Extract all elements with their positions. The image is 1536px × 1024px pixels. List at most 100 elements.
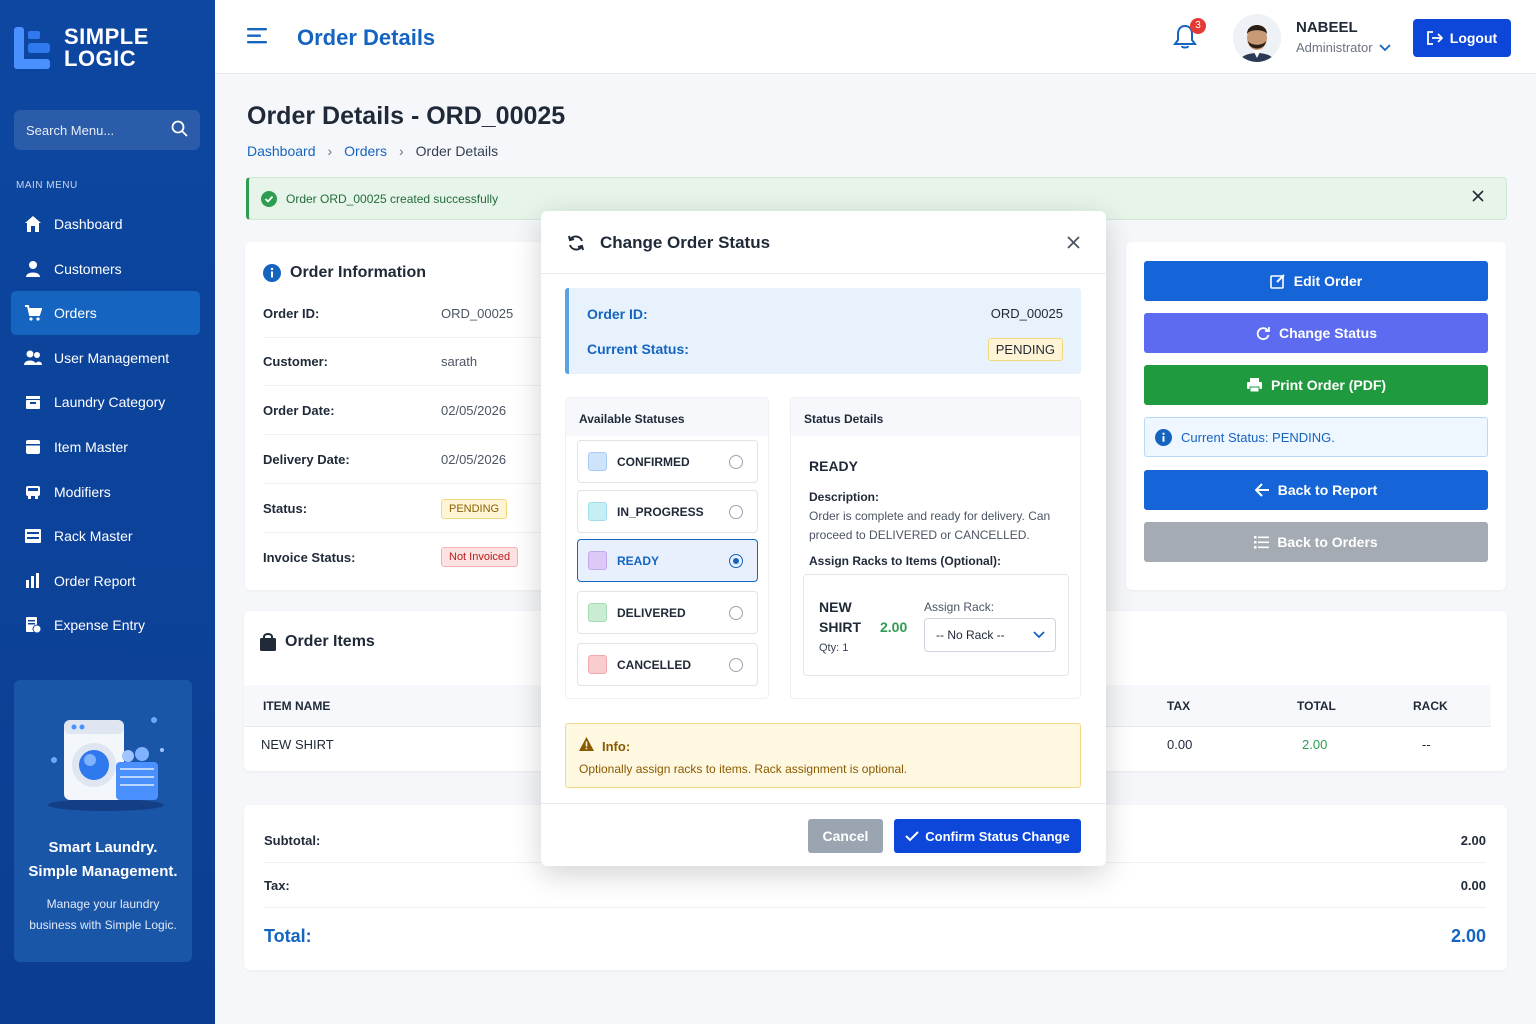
sidebar-item-modifiers[interactable]: Modifiers (11, 470, 200, 514)
radio-button[interactable] (729, 658, 743, 672)
topbar: Order Details 3 NABEEL Administrator Log… (215, 0, 1536, 74)
sidebar-item-label: Laundry Category (54, 394, 166, 411)
edit-icon (1269, 273, 1286, 289)
modal-title: Change Order Status (600, 233, 771, 252)
rack-icon (23, 526, 43, 546)
brand-name: SIMPLE LOGIC (64, 24, 149, 71)
info-row-invoice-status: Invoice Status: Not Invoiced (263, 533, 545, 581)
brand-logo[interactable]: SIMPLE LOGIC (14, 26, 149, 70)
order-id-value: ORD_00025 (990, 306, 1063, 321)
current-status-label: Current Status: (587, 341, 689, 357)
change-status-modal: Change Order Status Order ID: ORD_00025 … (541, 211, 1106, 866)
close-icon[interactable] (1472, 190, 1484, 205)
chevron-right-icon: › (327, 143, 333, 159)
sidebar-item-label: User Management (54, 349, 170, 366)
user-menu[interactable]: Administrator (1296, 40, 1391, 55)
chart-icon (23, 571, 43, 591)
user-icon (23, 259, 43, 279)
tax-value: 0.00 (1460, 878, 1486, 893)
search-placeholder: Search Menu... (26, 122, 115, 138)
radio-button[interactable] (729, 455, 743, 469)
notification-badge: 3 (1190, 18, 1206, 34)
status-swatch (588, 452, 607, 471)
print-order-button[interactable]: Print Order (PDF) (1144, 365, 1488, 405)
rack-assignment-item: NEW SHIRT 2.00 Qty: 1 Assign Rack: -- No… (803, 574, 1069, 676)
total-label: Total: (264, 925, 312, 946)
invoice-status-badge: Not Invoiced (441, 547, 519, 567)
users-icon (23, 348, 43, 368)
radio-button[interactable] (729, 554, 743, 568)
user-role: Administrator (1296, 40, 1373, 55)
shopping-bag-icon (260, 633, 276, 651)
laundry-illustration-icon (44, 710, 169, 825)
arrow-left-icon (1254, 483, 1270, 497)
list-icon (1254, 535, 1270, 549)
sidebar-item-label: Item Master (54, 438, 128, 455)
sidebar-item-label: Rack Master (54, 528, 133, 545)
info-title: Info: (602, 739, 631, 754)
status-option-ready[interactable]: READY (577, 539, 758, 582)
chevron-down-icon (1378, 43, 1391, 52)
sidebar-item-label: Order Report (54, 572, 136, 589)
chevron-down-icon (1033, 629, 1045, 643)
current-status-note: Current Status: PENDING. (1144, 417, 1488, 457)
info-label: Delivery Date: (263, 452, 350, 467)
sidebar-item-order-report[interactable]: Order Report (11, 559, 200, 603)
avatar[interactable] (1233, 14, 1281, 62)
sidebar-item-rack-master[interactable]: Rack Master (11, 514, 200, 558)
logout-label: Logout (1449, 30, 1498, 46)
check-icon (905, 830, 919, 842)
breadcrumb-orders[interactable]: Orders (344, 143, 387, 159)
menu-search-input[interactable]: Search Menu... (14, 110, 200, 150)
info-label: Status: (263, 501, 308, 516)
modal-footer: Cancel Confirm Status Change (541, 803, 1106, 866)
status-option-in-progress[interactable]: IN_PROGRESS (577, 490, 758, 533)
total-cell: 2.00 (1302, 737, 1328, 752)
rack-select[interactable]: -- No Rack -- (924, 618, 1056, 652)
breadcrumb-dashboard[interactable]: Dashboard (247, 143, 316, 159)
edit-order-button[interactable]: Edit Order (1144, 261, 1488, 301)
sidebar-item-expense-entry[interactable]: Expense Entry (11, 603, 200, 647)
back-to-report-button[interactable]: Back to Report (1144, 470, 1488, 510)
close-icon[interactable] (1067, 236, 1080, 254)
info-row-delivery-date: Delivery Date: 02/05/2026 (263, 436, 545, 484)
status-option-confirmed[interactable]: CONFIRMED (577, 440, 758, 483)
sidebar-item-laundry-category[interactable]: Laundry Category (11, 380, 200, 424)
status-option-delivered[interactable]: DELIVERED (577, 591, 758, 634)
rack-cell: -- (1422, 737, 1431, 752)
info-row-order-date: Order Date: 02/05/2026 (263, 387, 545, 435)
status-option-cancelled[interactable]: CANCELLED (577, 643, 758, 686)
order-actions-card: Edit Order Change Status Print Order (PD… (1126, 242, 1506, 590)
sidebar-item-dashboard[interactable]: Dashboard (11, 202, 200, 246)
change-status-button[interactable]: Change Status (1144, 313, 1488, 353)
logout-button[interactable]: Logout (1413, 19, 1511, 57)
total-row: Total: 2.00 (264, 913, 1486, 959)
back-to-orders-button[interactable]: Back to Orders (1144, 522, 1488, 562)
cancel-button[interactable]: Cancel (808, 819, 883, 853)
status-details-panel: Status Details READY Description: Order … (790, 397, 1081, 699)
home-icon (23, 214, 43, 234)
breadcrumb-current: Order Details (415, 143, 499, 159)
search-icon[interactable] (171, 120, 188, 140)
total-value: 2.00 (1450, 925, 1486, 946)
promo-subtitle: Manage your laundry business with Simple… (29, 897, 177, 932)
confirm-status-change-button[interactable]: Confirm Status Change (894, 819, 1081, 853)
promo-card: Smart Laundry. Simple Management. Manage… (14, 680, 192, 962)
subtotal-label: Subtotal: (264, 833, 321, 848)
order-items-heading: Order Items (260, 633, 375, 651)
info-label: Order ID: (263, 306, 320, 321)
rack-select-value: -- No Rack -- (936, 628, 1005, 642)
rack-item-qty: Qty: 1 (819, 642, 849, 654)
menu-toggle-icon[interactable] (247, 27, 269, 50)
sidebar-item-customers[interactable]: Customers (11, 247, 200, 291)
sidebar-item-label: Expense Entry (54, 617, 146, 634)
radio-button[interactable] (729, 606, 743, 620)
info-icon (1155, 428, 1172, 446)
order-id-label: Order ID: (587, 306, 648, 322)
info-label: Order Date: (263, 403, 335, 418)
sidebar-item-item-master[interactable]: Item Master (11, 425, 200, 469)
rack-item-price: 2.00 (880, 619, 908, 635)
sidebar-item-orders[interactable]: Orders (11, 291, 200, 336)
radio-button[interactable] (729, 505, 743, 519)
sidebar-item-user-management[interactable]: User Management (11, 336, 200, 380)
